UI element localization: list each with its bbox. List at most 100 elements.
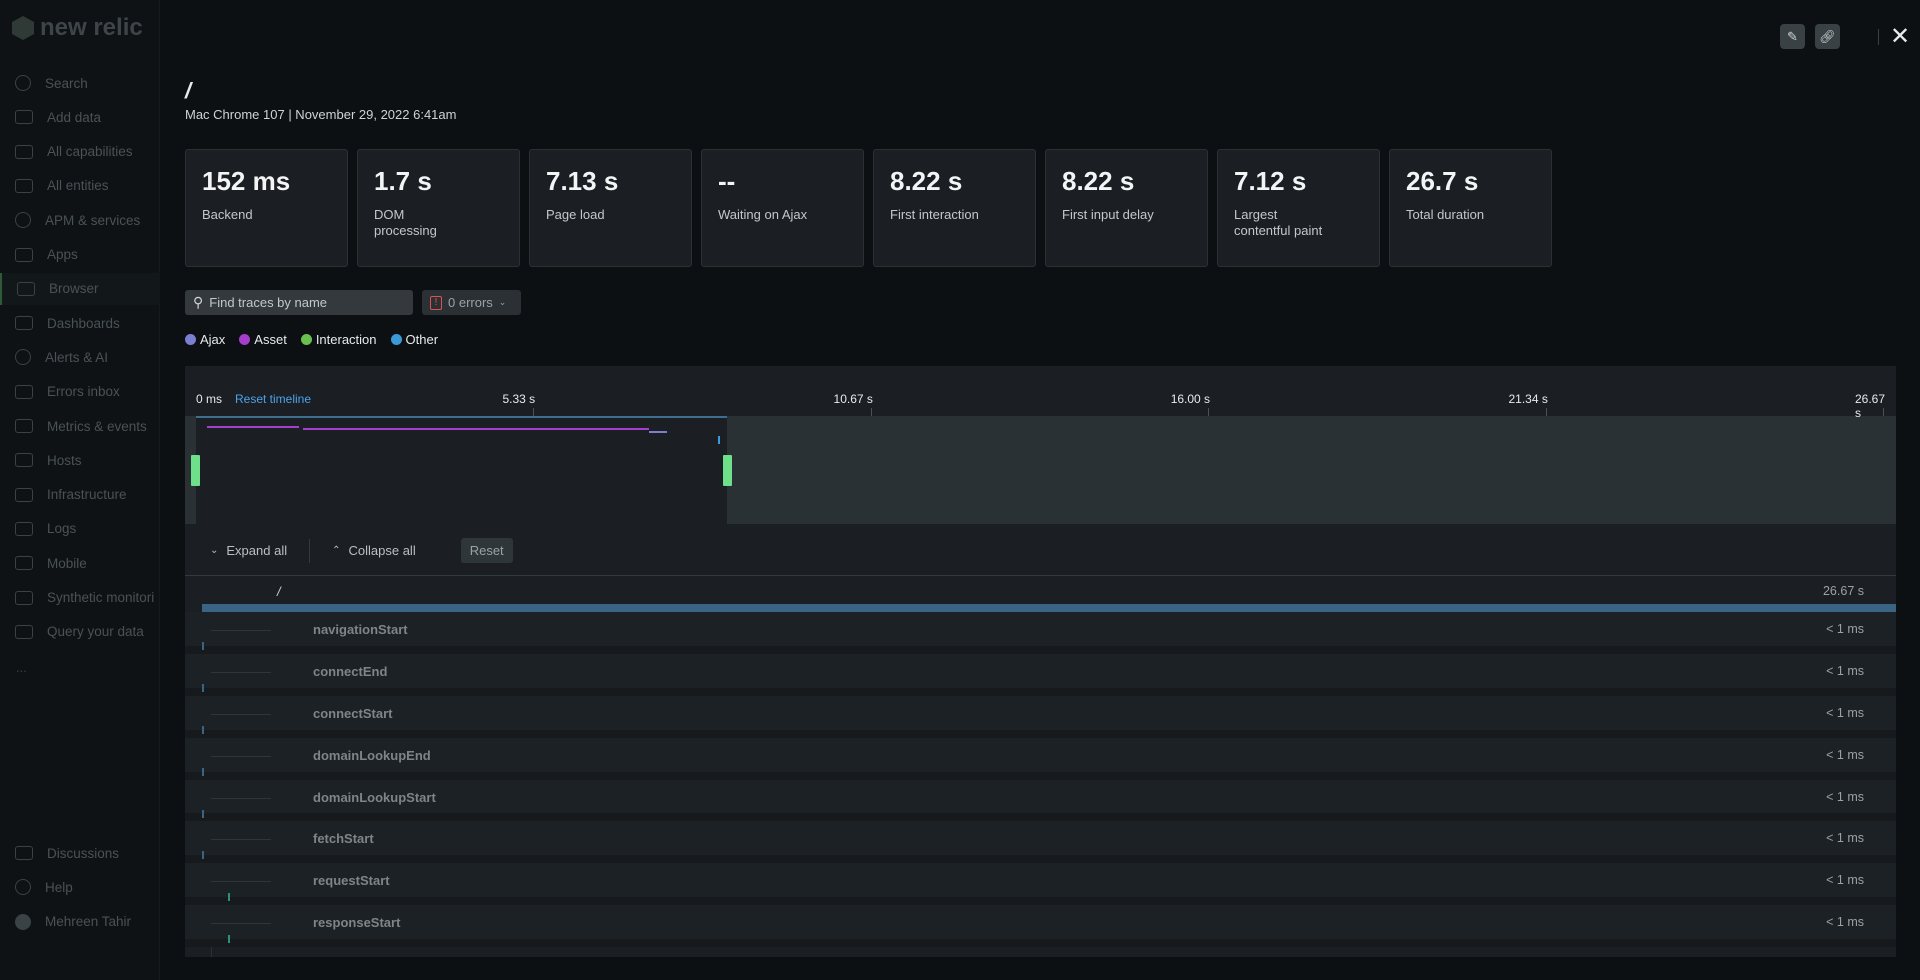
errors-dropdown[interactable]: ! 0 errors ⌄ (422, 290, 521, 315)
expand-all-button[interactable]: ⌄ Expand all (210, 543, 287, 558)
trace-row-name: navigationStart (313, 622, 408, 637)
chevron-down-icon: ⌄ (210, 545, 219, 556)
trace-row[interactable]: navigationStart < 1 ms (185, 612, 1896, 654)
sidebar-item-label: APM & services (45, 212, 141, 228)
chevron-down-icon: ⌄ (498, 297, 507, 307)
trace-row[interactable]: requestStart < 1 ms (185, 863, 1896, 906)
server-icon (15, 453, 33, 468)
timeline-selection[interactable] (196, 416, 728, 524)
metric-label: Page load (546, 207, 605, 222)
tree-connector (211, 630, 271, 631)
link-icon: 🔗︎ (1819, 28, 1836, 44)
sidebar-item-label: All entities (47, 178, 109, 194)
trace-row-name: connectStart (313, 705, 393, 721)
legend-label: Interaction (315, 332, 377, 347)
sidebar-item-mehreen-tahir[interactable]: Mehreen Tahir (0, 906, 160, 938)
sidebar-item-apps[interactable]: Apps (0, 239, 160, 271)
legend-item-other[interactable]: Other (390, 332, 439, 347)
sidebar-item-label: Apps (47, 247, 78, 262)
tree-connector (211, 839, 271, 841)
sidebar-item-errors-inbox[interactable]: Errors inbox (0, 376, 160, 408)
trace-row[interactable]: fetchStart < 1 ms (185, 821, 1896, 864)
sidebar-item-label: Errors inbox (47, 384, 120, 400)
trace-row[interactable]: domainLookupStart < 1 ms (185, 779, 1896, 822)
sidebar-item-mobile[interactable]: Mobile (0, 547, 160, 579)
metric-card: -- Waiting on Ajax (701, 149, 864, 267)
sidebar-item-apm-services[interactable]: APM & services (0, 204, 160, 236)
timeline-tick-label: 21.34 s (1508, 392, 1548, 406)
tree-connector (211, 755, 271, 757)
trace-marker (202, 642, 204, 650)
trace-row[interactable]: connectStart < 1 ms (185, 695, 1896, 738)
mini-bar (303, 428, 649, 430)
selection-handle-right[interactable] (723, 455, 733, 486)
sidebar-item-add-data[interactable]: Add data (0, 101, 160, 133)
search-icon (15, 75, 31, 91)
tree-connector (211, 713, 271, 715)
sidebar-item-logs[interactable]: Logs (0, 513, 160, 545)
legend-label: Other (405, 332, 439, 347)
timeline-tick (870, 408, 872, 416)
metric-card: 8.22 s First interaction (873, 149, 1036, 267)
sidebar-item-dashboards[interactable]: Dashboards (0, 307, 160, 339)
edit-notes-button[interactable]: ✎ (1780, 24, 1805, 49)
trace-row[interactable]: connectEnd < 1 ms (185, 653, 1896, 696)
sidebar-item-search[interactable]: Search (0, 67, 160, 99)
sidebar-item-hosts[interactable]: Hosts (0, 444, 160, 476)
trace-row-name: domainLookupEnd (313, 747, 431, 763)
reset-button[interactable]: Reset (460, 538, 513, 563)
globe-icon (15, 212, 31, 229)
trace-row-duration: < 1 ms (1826, 873, 1864, 888)
legend-item-asset[interactable]: Asset (239, 332, 287, 347)
legend-label: Ajax (200, 332, 226, 347)
sidebar-item-all-entities[interactable]: All entities (0, 170, 160, 202)
trace-marker (228, 935, 230, 944)
trace-row-duration: < 1 ms (1826, 705, 1864, 720)
avatar (15, 913, 31, 930)
metric-value: 8.22 s (890, 166, 963, 196)
copy-link-button[interactable]: 🔗︎ (1815, 24, 1840, 49)
trace-row-name: domainLookupStart (313, 789, 436, 805)
sidebar-item-label: Mehreen Tahir (45, 914, 132, 930)
close-button[interactable]: ✕ (1890, 22, 1910, 51)
page-subtitle: Mac Chrome 107 | November 29, 2022 6:41a… (185, 107, 457, 122)
sidebar-item-help[interactable]: Help (0, 871, 160, 903)
browser-icon (17, 281, 35, 296)
sidebar-item-discussions[interactable]: Discussions (0, 837, 160, 869)
legend-item-interaction[interactable]: Interaction (300, 332, 377, 347)
trace-row-name: connectEnd (313, 663, 388, 679)
timeline-tick (1208, 408, 1210, 416)
sidebar-item-all-capabilities[interactable]: All capabilities (0, 136, 160, 168)
notes-edit-icon: ✎ (1787, 28, 1798, 44)
more-items[interactable]: ... (16, 660, 27, 675)
sidebar-item-label: Synthetic monitori (47, 590, 155, 605)
legend-item-ajax[interactable]: Ajax (185, 332, 225, 347)
metric-label: First interaction (890, 207, 979, 222)
sidebar-item-alerts-ai[interactable]: Alerts & AI (0, 341, 160, 373)
legend-label: Asset (254, 332, 287, 347)
tree-connector (211, 881, 271, 883)
metric-value: -- (718, 166, 736, 196)
infrastructure-icon (15, 487, 33, 502)
sidebar-item-synthetic-monitori[interactable]: Synthetic monitori (0, 582, 160, 614)
trace-row[interactable]: domainLookupEnd < 1 ms (185, 737, 1896, 780)
metric-card: 7.12 s Largest contentful paint (1217, 149, 1380, 267)
trace-search[interactable]: ⚲ (185, 290, 413, 315)
robot-icon (15, 590, 33, 605)
sidebar-item-metrics-events[interactable]: Metrics & events (0, 410, 160, 442)
sidebar-item-browser[interactable]: Browser (0, 272, 160, 305)
trace-root-duration: 26.67 s (1822, 584, 1864, 598)
new-relic-logo[interactable]: new relic (12, 14, 143, 42)
selection-handle-left[interactable] (191, 455, 200, 486)
trace-row[interactable]: responseStart < 1 ms (185, 905, 1896, 948)
mini-bar (207, 426, 299, 428)
reset-timeline-link[interactable]: Reset timeline (235, 392, 311, 406)
metric-value: 1.7 s (374, 166, 432, 196)
sidebar-item-infrastructure[interactable]: Infrastructure (0, 479, 160, 511)
metric-card: 7.13 s Page load (529, 149, 692, 267)
sidebar-item-query-your-data[interactable]: Query your data (0, 616, 160, 648)
timeline-tick-label: 10.67 s (833, 392, 873, 406)
collapse-all-button[interactable]: ⌃ Collapse all (332, 543, 416, 558)
trace-search-input[interactable] (209, 295, 400, 310)
tree-connector (211, 923, 271, 925)
